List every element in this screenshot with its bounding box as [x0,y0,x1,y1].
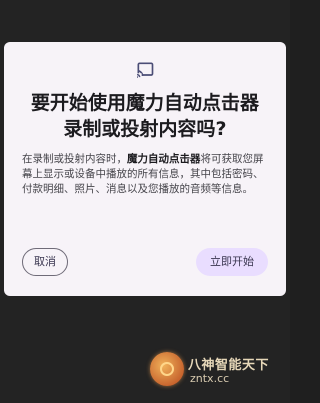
start-now-button[interactable]: 立即开始 [196,248,268,276]
watermark-logo-icon [150,352,184,386]
dialog-message: 在录制或投射内容时，魔力自动点击器将可获取您屏幕上显示或设备中播放的所有信息，其… [22,152,268,197]
watermark-site: zntx.cc [190,372,230,385]
dialog-actions: 取消 立即开始 [22,248,268,276]
cast-icon [136,62,154,79]
dialog-title: 要开始使用魔力自动点击器录制或投射内容吗? [30,92,259,140]
app-name: 魔力自动点击器 [127,153,201,165]
watermark-text: 八神智能天下 [188,358,270,373]
watermark: 八神智能天下 zntx.cc [150,350,290,388]
cast-permission-dialog: 要开始使用魔力自动点击器录制或投射内容吗? 在录制或投射内容时，魔力自动点击器将… [4,42,286,296]
message-prefix: 在录制或投射内容时， [22,153,127,165]
cancel-button[interactable]: 取消 [22,248,68,276]
